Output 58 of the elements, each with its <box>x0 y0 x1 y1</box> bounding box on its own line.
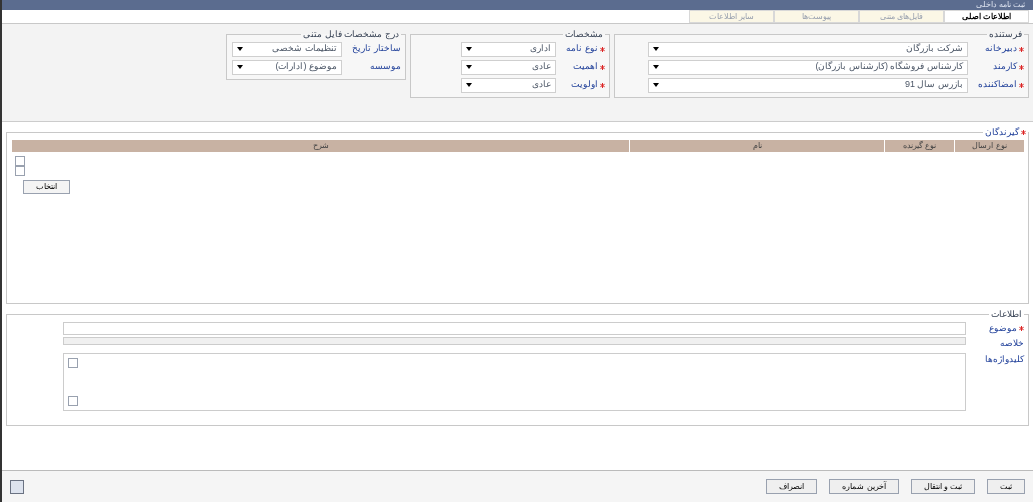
dropdown-arrow-icon <box>237 47 243 51</box>
footer-button[interactable]: ثبت و انتقال <box>910 479 975 494</box>
footer-button[interactable]: ثبت <box>987 479 1025 494</box>
column-header[interactable]: نام <box>629 139 884 152</box>
scroll-button-icon[interactable] <box>68 357 78 368</box>
group-title: درج مشخصات فایل متنی <box>302 28 400 42</box>
grid-icon[interactable] <box>10 479 24 494</box>
required-asterisk-icon <box>600 64 605 70</box>
scroll-button-icon[interactable] <box>15 155 25 166</box>
dropdown-arrow-icon <box>466 83 472 87</box>
column-header[interactable]: نوع ارسال <box>954 139 1024 152</box>
dropdown-field[interactable]: تنظیمات شخصی <box>232 41 342 57</box>
tab[interactable]: اطلاعات اصلی <box>944 10 1029 23</box>
field-label: امضاکننده <box>978 78 1017 92</box>
field-label: اولویت <box>571 78 598 92</box>
dropdown-field[interactable]: اداری <box>461 41 556 57</box>
dropdown-arrow-icon <box>466 47 472 51</box>
input-field[interactable] <box>63 321 966 335</box>
field-label: موضوع <box>989 321 1017 335</box>
required-asterisk-icon <box>1019 46 1024 52</box>
group-title: اطلاعات <box>990 308 1023 321</box>
dropdown-arrow-icon <box>466 65 472 69</box>
dropdown-field[interactable]: عادی <box>461 59 556 75</box>
field-label: نوع نامه <box>566 42 598 56</box>
required-asterisk-icon <box>600 46 605 52</box>
scroll-button-icon[interactable] <box>68 395 78 406</box>
field-label: ساختار تاریخ <box>352 42 401 56</box>
required-asterisk-icon <box>1019 64 1024 70</box>
required-asterisk-icon <box>1019 82 1024 88</box>
dropdown-field[interactable]: بازرس سال 91 <box>648 77 968 93</box>
group-title: گیرندگان <box>985 126 1019 139</box>
select-button[interactable]: انتخاب <box>23 179 70 194</box>
required-asterisk-icon <box>600 82 605 88</box>
dropdown-arrow-icon <box>653 47 659 51</box>
column-header[interactable]: نوع گیرنده <box>884 139 954 152</box>
field-label: خلاصه <box>1000 337 1024 350</box>
required-asterisk-icon <box>1019 325 1024 331</box>
window-title: ثبت نامه داخلی <box>975 1 1025 9</box>
dropdown-field[interactable]: شرکت بازرگان <box>648 41 968 57</box>
dropdown-arrow-icon <box>653 65 659 69</box>
field-label: کارمند <box>993 60 1017 74</box>
footer-button[interactable]: آخرین شماره <box>829 479 899 494</box>
required-asterisk-icon <box>1021 130 1026 136</box>
group-title: فرستنده <box>988 28 1023 41</box>
dropdown-field[interactable]: موضوع (ادارات) <box>232 59 342 75</box>
field-label: موسسه <box>370 60 401 74</box>
dropdown-arrow-icon <box>237 65 243 69</box>
column-header[interactable]: شرح <box>11 139 629 152</box>
field-label: کلیدواژه‌ها <box>985 352 1024 366</box>
field-label: دبیرخانه <box>985 42 1017 56</box>
footer-button[interactable]: انصراف <box>766 479 818 494</box>
group-title: مشخصات <box>564 28 604 41</box>
field-label: اهمیت <box>573 60 598 74</box>
dropdown-arrow-icon <box>653 83 659 87</box>
dropdown-field[interactable]: کارشناس فروشگاه (کارشناس بازرگان) <box>648 59 968 75</box>
dropdown-field[interactable]: عادی <box>461 77 556 93</box>
text-area[interactable] <box>63 352 966 411</box>
scroll-button-icon[interactable] <box>15 165 25 176</box>
